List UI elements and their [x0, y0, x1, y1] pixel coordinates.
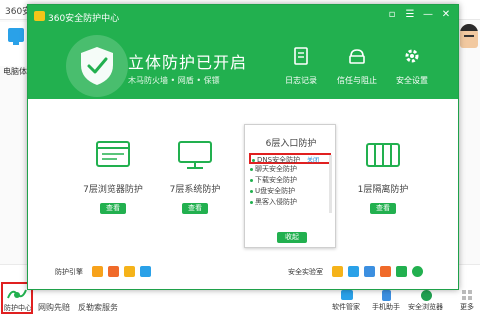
phone-helper-label: 手机助手	[372, 303, 400, 311]
security-lab-label: 安全实验室	[288, 268, 323, 276]
bottom-item-label[interactable]: 网购先赔	[38, 302, 70, 313]
browser-protection-view-button[interactable]: 查看	[100, 203, 126, 214]
more-item[interactable]: 更多	[458, 290, 478, 316]
browser-protection-card: 7层浏览器防护 查看	[68, 140, 158, 214]
phone-helper-icon	[382, 290, 391, 301]
list-item[interactable]: 黑客入侵防护	[249, 197, 331, 208]
engine-icon[interactable]	[108, 266, 119, 277]
security-settings-label: 安全设置	[396, 76, 428, 85]
engine-label: 防护引擎	[55, 268, 83, 276]
safe-browser-icon	[421, 290, 432, 301]
list-item[interactable]: U盘安全防护	[249, 186, 331, 197]
lab-icon[interactable]	[412, 266, 423, 277]
360-logo-icon	[34, 11, 45, 21]
disable-link[interactable]: 关闭	[307, 155, 319, 164]
lab-icon[interactable]	[380, 266, 391, 277]
system-protection-card: 7层系统防护 查看	[150, 140, 240, 214]
engine-icons	[92, 266, 151, 277]
dialog-title: 360安全防护中心	[48, 14, 120, 24]
trust-block-button[interactable]: 信任与阻止	[329, 47, 385, 86]
shield-icon	[81, 47, 113, 85]
monitor-icon	[8, 28, 24, 45]
security-settings-button[interactable]: 安全设置	[384, 47, 440, 86]
menu-icon[interactable]: ☰	[404, 9, 416, 21]
lab-icon[interactable]	[364, 266, 375, 277]
trust-block-label: 信任与阻止	[337, 76, 377, 85]
close-button[interactable]: ✕	[440, 9, 452, 21]
window-controls: ▫ ☰ — ✕	[386, 9, 452, 21]
isolation-icon	[366, 143, 400, 167]
browser-icon	[96, 141, 130, 167]
entry-protection-title: 6层入口防护	[265, 139, 317, 149]
protection-components-text: 木马防火墙 • 网盾 • 保镖	[128, 76, 220, 85]
bottom-item-label[interactable]: 反勒索服务	[78, 302, 118, 313]
log-button[interactable]: 日志记录	[273, 47, 329, 86]
more-label: 更多	[460, 303, 474, 311]
engine-icon[interactable]	[124, 266, 135, 277]
security-lab-icons	[332, 266, 423, 277]
shield-badge	[66, 35, 128, 97]
system-protection-title: 7层系统防护	[169, 185, 221, 195]
isolation-protection-card: 1层隔离防护 查看	[338, 140, 428, 214]
more-icon	[462, 290, 472, 300]
system-protection-view-button[interactable]: 查看	[182, 203, 208, 214]
avatar[interactable]	[460, 24, 478, 48]
log-label: 日志记录	[285, 76, 317, 85]
browser-protection-title: 7层浏览器防护	[83, 185, 143, 195]
isolation-protection-view-button[interactable]: 查看	[370, 203, 396, 214]
dialog-header: 360安全防护中心 ▫ ☰ — ✕ 立体防护已开启 木马防火墙 • 网盾 • 保…	[28, 5, 458, 99]
entry-protection-panel: 6层入口防护 DNS安全防护 聊天安全防护 下载安全防护 U盘安全防护 黑客入侵…	[244, 124, 336, 248]
list-scrollbar[interactable]	[329, 155, 332, 213]
lab-icon[interactable]	[396, 266, 407, 277]
phone-helper-item[interactable]: 手机助手	[372, 290, 402, 316]
isolation-protection-title: 1层隔离防护	[357, 185, 409, 195]
trust-block-icon	[349, 49, 365, 64]
software-manager-label: 软件管家	[332, 303, 360, 311]
safe-browser-item[interactable]: 安全浏览器	[408, 290, 446, 316]
log-icon	[294, 47, 308, 65]
minimize-button[interactable]: —	[422, 9, 434, 21]
feedback-icon[interactable]: ▫	[386, 9, 398, 21]
list-item[interactable]: 聊天安全防护	[249, 164, 331, 175]
software-manager-icon	[341, 290, 353, 300]
lab-icon[interactable]	[348, 266, 359, 277]
protection-status-text: 立体防护已开启	[128, 53, 248, 72]
lab-icon[interactable]	[332, 266, 343, 277]
software-manager-item[interactable]: 软件管家	[332, 290, 362, 316]
safe-browser-label: 安全浏览器	[408, 303, 443, 311]
collapse-button[interactable]: 收起	[277, 232, 307, 243]
gear-icon	[405, 49, 419, 63]
engine-icon[interactable]	[140, 266, 151, 277]
list-item[interactable]: 下载安全防护	[249, 175, 331, 186]
monitor-icon	[178, 141, 212, 169]
engine-icon[interactable]	[92, 266, 103, 277]
